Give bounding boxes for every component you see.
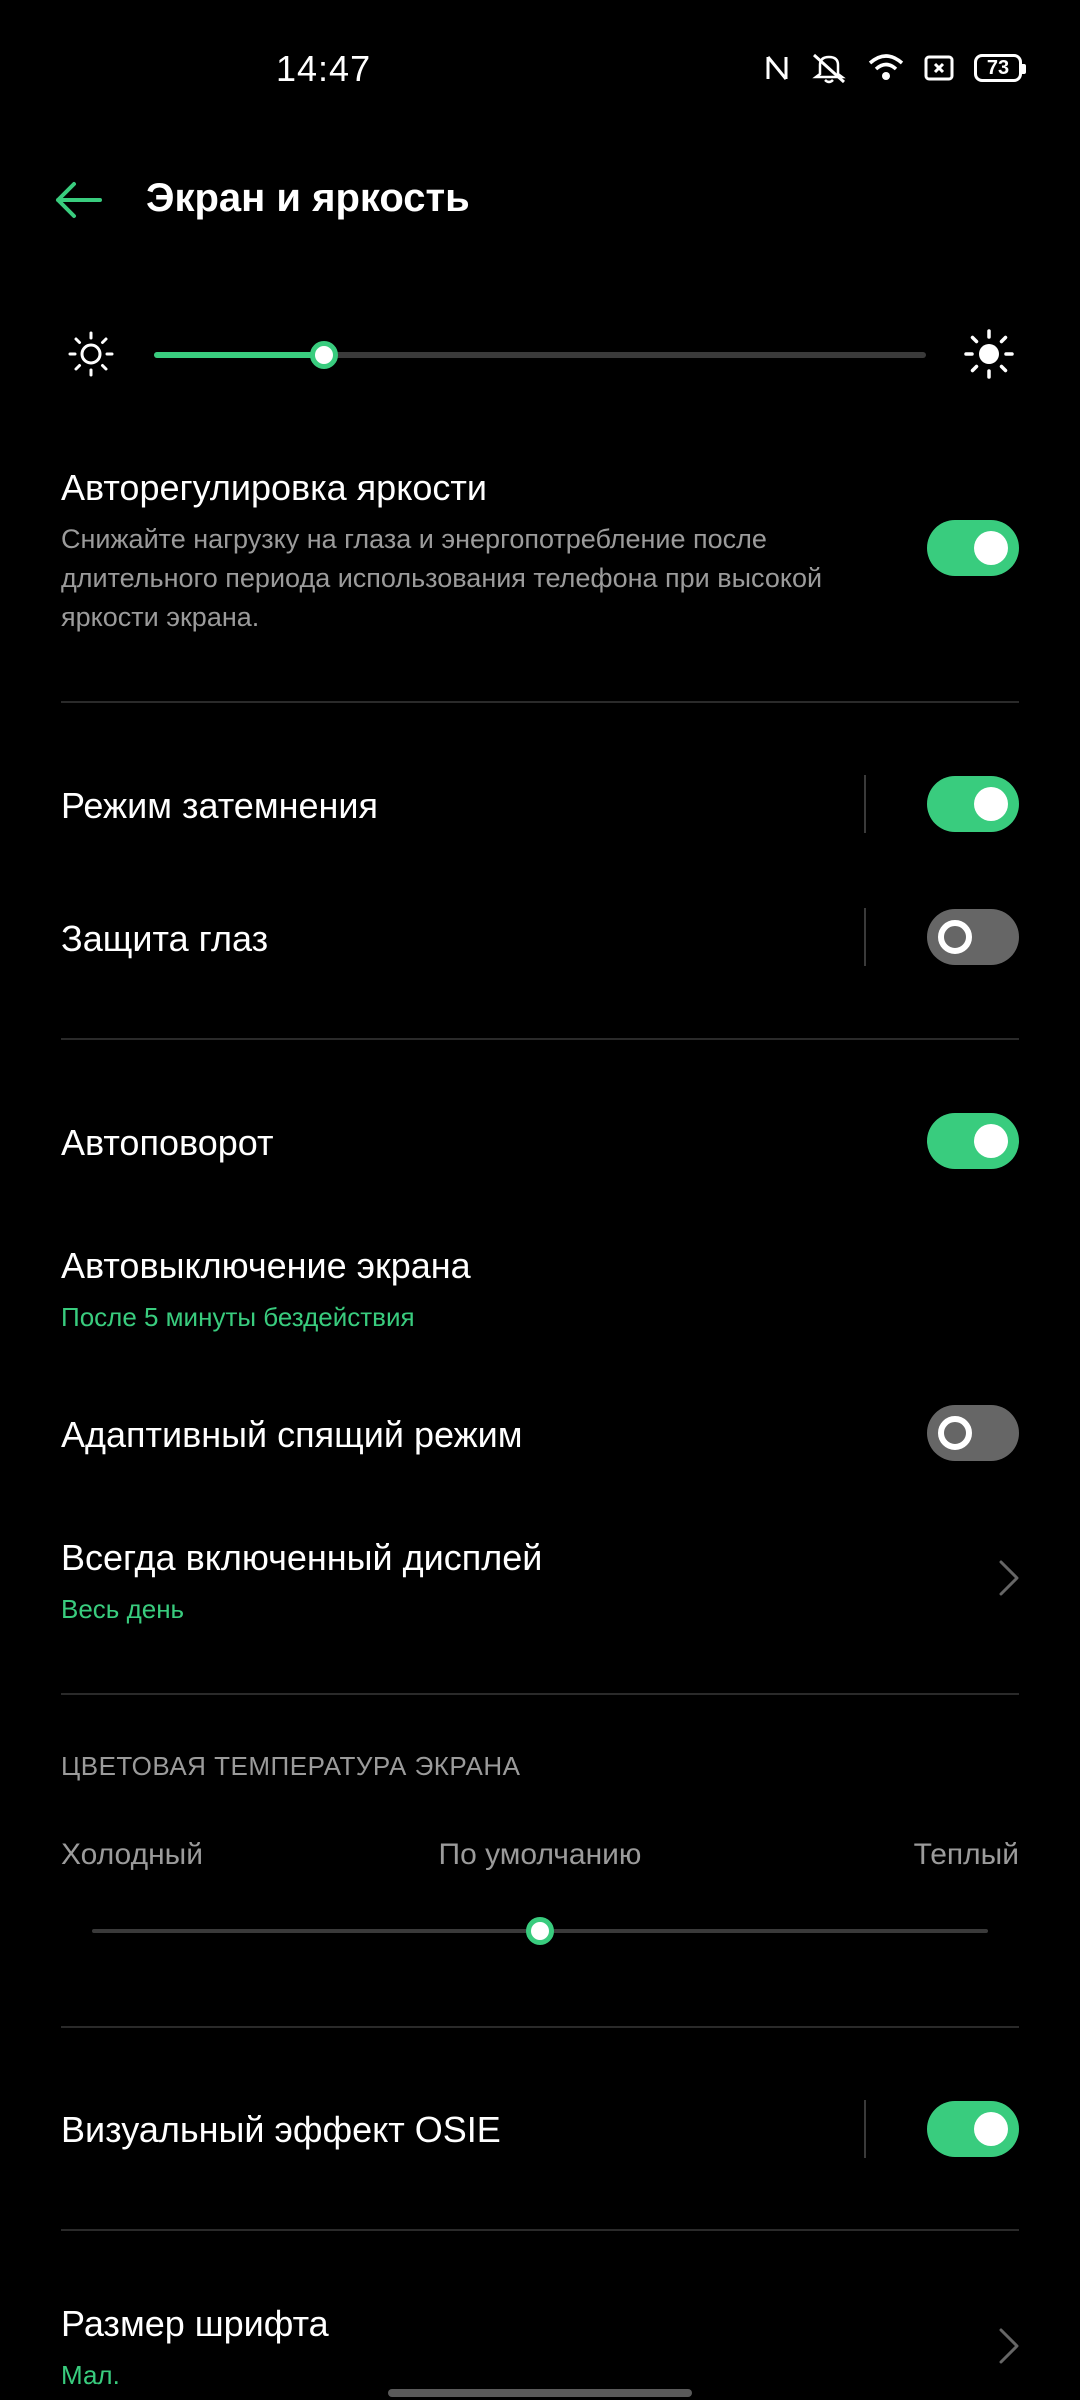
divider xyxy=(61,1693,1019,1695)
eye-protection-title: Защита глаз xyxy=(61,918,269,959)
auto-brightness-toggle[interactable] xyxy=(927,520,1019,576)
toggle-knob xyxy=(974,787,1008,821)
eye-protection-row[interactable]: Защита глаз xyxy=(61,917,1019,961)
font-size-row[interactable]: Размер шрифта Мал. xyxy=(61,2302,1019,2392)
divider xyxy=(61,701,1019,703)
color-temperature-slider-thumb[interactable] xyxy=(526,1917,554,1945)
eye-protection-toggle[interactable] xyxy=(927,909,1019,965)
vertical-separator xyxy=(864,2100,866,2158)
mute-icon xyxy=(810,52,848,84)
vertical-separator xyxy=(864,775,866,833)
status-time: 14:47 xyxy=(276,48,372,89)
toggle-knob xyxy=(974,2112,1008,2146)
battery-icon: 73 xyxy=(974,54,1026,82)
toggle-knob xyxy=(938,1416,972,1450)
divider xyxy=(61,1038,1019,1040)
navigation-handle[interactable] xyxy=(388,2389,692,2397)
auto-brightness-row[interactable]: Авторегулировка яркости Снижайте нагрузк… xyxy=(61,466,1019,637)
toggle-knob xyxy=(974,531,1008,565)
status-icons: 73 xyxy=(764,52,1026,84)
back-arrow-icon[interactable] xyxy=(50,172,106,228)
auto-rotate-row[interactable]: Автоповорот xyxy=(61,1121,1019,1165)
auto-brightness-description: Снижайте нагрузку на глаза и энергопотре… xyxy=(61,524,823,632)
divider xyxy=(61,2229,1019,2231)
brightness-slider-fill xyxy=(154,352,324,358)
nfc-icon xyxy=(764,53,790,83)
brightness-slider-thumb[interactable] xyxy=(309,341,338,369)
dark-mode-row[interactable]: Режим затемнения xyxy=(61,784,1019,828)
status-bar: 14:47 73 xyxy=(0,0,1080,140)
screen-timeout-row[interactable]: Автовыключение экрана После 5 минуты без… xyxy=(61,1244,1019,1334)
color-temperature-header: ЦВЕТОВАЯ ТЕМПЕРАТУРА ЭКРАНА xyxy=(61,1751,521,1781)
screen-record-icon xyxy=(924,54,954,82)
dark-mode-toggle[interactable] xyxy=(927,776,1019,832)
brightness-high-icon xyxy=(964,329,1014,379)
color-temperature-slider[interactable] xyxy=(92,1917,988,1945)
font-size-value: Мал. xyxy=(61,2360,120,2390)
vertical-separator xyxy=(864,908,866,966)
adaptive-sleep-row[interactable]: Адаптивный спящий режим xyxy=(61,1413,1019,1457)
always-on-display-value: Весь день xyxy=(61,1594,185,1624)
auto-rotate-toggle[interactable] xyxy=(927,1113,1019,1169)
toggle-knob xyxy=(974,1124,1008,1158)
osie-title: Визуальный эффект OSIE xyxy=(61,2109,501,2150)
font-size-title: Размер шрифта xyxy=(61,2303,329,2344)
toggle-knob xyxy=(938,920,972,954)
page-title: Экран и яркость xyxy=(146,176,470,220)
auto-rotate-title: Автоповорот xyxy=(61,1122,274,1163)
brightness-low-icon xyxy=(66,329,116,379)
chevron-right-icon xyxy=(995,2326,1025,2366)
auto-brightness-title: Авторегулировка яркости xyxy=(61,467,487,508)
temp-warm-label: Теплый xyxy=(913,1838,1019,1871)
always-on-display-title: Всегда включенный дисплей xyxy=(61,1537,543,1578)
wifi-icon xyxy=(868,53,904,83)
adaptive-sleep-toggle[interactable] xyxy=(927,1405,1019,1461)
dark-mode-title: Режим затемнения xyxy=(61,785,378,826)
screen-timeout-title: Автовыключение экрана xyxy=(61,1245,471,1286)
always-on-display-row[interactable]: Всегда включенный дисплей Весь день xyxy=(61,1536,1019,1626)
chevron-right-icon xyxy=(995,1558,1025,1598)
divider xyxy=(61,2026,1019,2028)
screen-timeout-value: После 5 минуты бездействия xyxy=(61,1302,415,1332)
osie-row[interactable]: Визуальный эффект OSIE xyxy=(61,2108,1019,2152)
brightness-slider[interactable] xyxy=(154,341,926,369)
adaptive-sleep-title: Адаптивный спящий режим xyxy=(61,1414,523,1455)
osie-toggle[interactable] xyxy=(927,2101,1019,2157)
